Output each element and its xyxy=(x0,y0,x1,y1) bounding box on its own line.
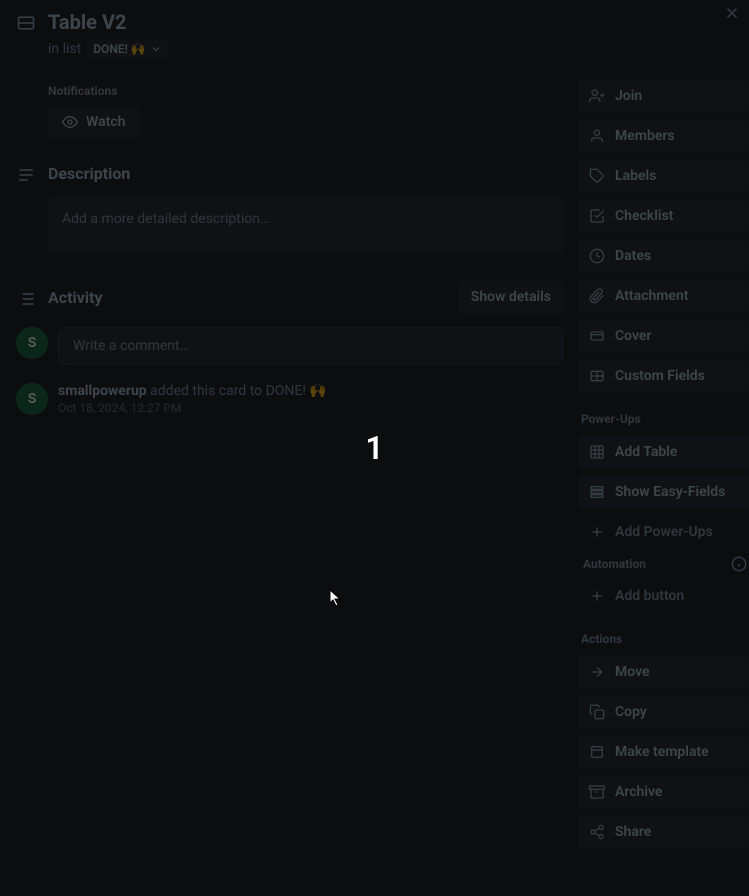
plus-icon xyxy=(589,588,605,604)
share-label: Share xyxy=(615,824,651,840)
show-details-button[interactable]: Show details xyxy=(459,281,563,313)
add-table-label: Add Table xyxy=(615,444,677,460)
cover-button[interactable]: Cover xyxy=(579,320,749,352)
share-icon xyxy=(589,824,605,840)
check-square-icon xyxy=(589,208,605,224)
custom-fields-button[interactable]: Custom Fields xyxy=(579,360,749,392)
add-button-label: Add button xyxy=(615,588,684,604)
show-easy-fields-button[interactable]: Show Easy-Fields xyxy=(579,476,749,508)
activity-title: Activity xyxy=(48,288,447,307)
field-icon xyxy=(589,368,605,384)
list-name: DONE! 🙌 xyxy=(93,42,145,56)
activity-header: Activity Show details xyxy=(16,281,563,313)
join-label: Join xyxy=(615,88,642,104)
share-button[interactable]: Share xyxy=(579,816,749,848)
sidebar: Join Members Labels Checklist Dates Atta… xyxy=(579,0,749,896)
copy-label: Copy xyxy=(615,704,647,720)
activity-timestamp[interactable]: Oct 18, 2024, 12:27 PM xyxy=(58,401,327,415)
copy-icon xyxy=(589,704,605,720)
cursor-icon xyxy=(329,589,343,607)
paperclip-icon xyxy=(589,288,605,304)
labels-label: Labels xyxy=(615,168,656,184)
card-title[interactable]: Table V2 xyxy=(48,10,126,34)
info-icon[interactable] xyxy=(731,556,747,572)
copy-button[interactable]: Copy xyxy=(579,696,749,728)
watch-label: Watch xyxy=(86,114,125,130)
move-button[interactable]: Move xyxy=(579,656,749,688)
user-icon xyxy=(589,128,605,144)
activity-text: smallpowerup added this card to DONE! 🙌 xyxy=(58,383,327,399)
table-icon xyxy=(589,444,605,460)
archive-button[interactable]: Archive xyxy=(579,776,749,808)
labels-button[interactable]: Labels xyxy=(579,160,749,192)
add-powerups-label: Add Power-Ups xyxy=(615,524,713,540)
members-button[interactable]: Members xyxy=(579,120,749,152)
avatar[interactable]: S xyxy=(16,327,48,359)
card-icon xyxy=(589,328,605,344)
card-icon xyxy=(16,13,36,33)
list-chip[interactable]: DONE! 🙌 xyxy=(87,40,167,58)
overlay-number: 1 xyxy=(365,429,383,467)
add-powerups-button[interactable]: Add Power-Ups xyxy=(579,516,749,548)
actions-heading: Actions xyxy=(579,632,749,646)
archive-label: Archive xyxy=(615,784,662,800)
dates-label: Dates xyxy=(615,248,651,264)
plus-icon xyxy=(589,524,605,540)
tag-icon xyxy=(589,168,605,184)
automation-heading-row: Automation xyxy=(579,556,749,572)
attachment-label: Attachment xyxy=(615,288,689,304)
activity-entry: S smallpowerup added this card to DONE! … xyxy=(16,383,563,415)
chevron-down-icon xyxy=(150,43,162,55)
make-template-button[interactable]: Make template xyxy=(579,736,749,768)
move-label: Move xyxy=(615,664,650,680)
title-row: Table V2 xyxy=(16,10,563,34)
list-indicator: in list DONE! 🙌 xyxy=(48,40,563,58)
watch-button[interactable]: Watch xyxy=(48,106,139,138)
powerups-heading: Power-Ups xyxy=(579,412,749,426)
clock-icon xyxy=(589,248,605,264)
join-button[interactable]: Join xyxy=(579,80,749,112)
eye-icon xyxy=(62,114,78,130)
automation-heading: Automation xyxy=(581,557,648,571)
activity-action: added this card to DONE! 🙌 xyxy=(150,383,327,399)
user-plus-icon xyxy=(589,88,605,104)
custom-fields-label: Custom Fields xyxy=(615,368,705,384)
make-template-label: Make template xyxy=(615,744,709,760)
notifications-label: Notifications xyxy=(48,84,563,98)
archive-icon xyxy=(589,784,605,800)
template-icon xyxy=(589,744,605,760)
close-icon xyxy=(723,4,741,22)
activity-user[interactable]: smallpowerup xyxy=(58,383,147,399)
description-title: Description xyxy=(48,164,563,183)
add-button-button[interactable]: Add button xyxy=(579,580,749,612)
cover-label: Cover xyxy=(615,328,651,344)
in-list-label: in list xyxy=(48,41,81,57)
description-icon xyxy=(16,165,36,185)
members-label: Members xyxy=(615,128,675,144)
dates-button[interactable]: Dates xyxy=(579,240,749,272)
description-header: Description xyxy=(16,162,563,185)
add-table-button[interactable]: Add Table xyxy=(579,436,749,468)
main-column: Table V2 in list DONE! 🙌 Notifications W… xyxy=(0,0,579,896)
easy-fields-icon xyxy=(589,484,605,500)
avatar[interactable]: S xyxy=(16,383,48,415)
checklist-label: Checklist xyxy=(615,208,673,224)
show-easy-fields-label: Show Easy-Fields xyxy=(615,484,725,500)
arrow-right-icon xyxy=(589,664,605,680)
checklist-button[interactable]: Checklist xyxy=(579,200,749,232)
attachment-button[interactable]: Attachment xyxy=(579,280,749,312)
close-button[interactable] xyxy=(719,0,745,26)
activity-icon xyxy=(16,289,36,309)
comment-input[interactable]: Write a comment… xyxy=(58,327,563,365)
description-input[interactable]: Add a more detailed description… xyxy=(48,197,563,253)
comment-compose-row: S Write a comment… xyxy=(16,327,563,365)
